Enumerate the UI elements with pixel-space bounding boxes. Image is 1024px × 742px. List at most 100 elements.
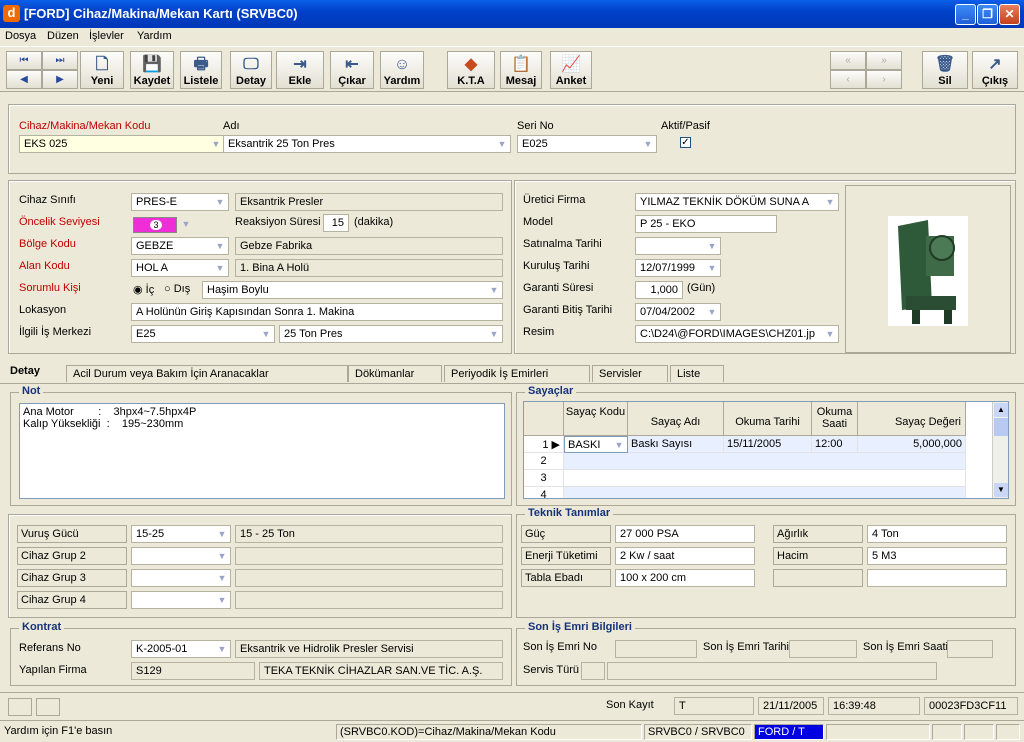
counter-name-cell[interactable]: Baskı Sayısı [628, 436, 724, 453]
chevron-down-icon[interactable]: ▼ [259, 327, 273, 341]
responsible-field[interactable]: Haşim Boylu ▼ [202, 281, 503, 299]
counter-code-cell[interactable]: BASKI ▼ [564, 436, 628, 453]
group3-field[interactable]: ▼ [131, 569, 231, 587]
tab-detay[interactable]: Detay [4, 363, 64, 383]
table-row[interactable] [564, 453, 966, 470]
read-date-cell[interactable]: 15/11/2005 [724, 436, 812, 453]
exit-button[interactable]: ↗ Çıkış [972, 51, 1018, 89]
chevron-down-icon[interactable]: ▼ [705, 305, 719, 319]
stroke-power-field[interactable]: 15-25 ▼ [131, 525, 231, 543]
power-field[interactable]: 27 000 PSA [615, 525, 755, 543]
scroll-up-icon[interactable]: ▲ [994, 403, 1008, 417]
prev-record-button[interactable]: ◀ [6, 70, 42, 89]
chevron-down-icon[interactable]: ▼ [495, 137, 509, 151]
menu-duzen[interactable]: Düzen [47, 30, 79, 42]
close-button[interactable]: ✕ [999, 4, 1020, 25]
new-button[interactable]: 🗋 Yeni [80, 51, 124, 89]
counter-value-cell[interactable]: 5,000,000 [858, 436, 966, 453]
first-record-button[interactable]: ⏮ [6, 51, 42, 70]
kta-button[interactable]: ◆ K.T.A [447, 51, 495, 89]
col-sayac-kodu[interactable]: Sayaç Kodu [564, 402, 628, 436]
warranty-end-field[interactable]: 07/04/2002 ▼ [635, 303, 721, 321]
chevron-down-icon[interactable]: ▼ [487, 327, 501, 341]
table-row[interactable] [564, 470, 966, 487]
chevron-down-icon[interactable]: ▼ [487, 283, 501, 297]
purchase-date-field[interactable]: ▼ [635, 237, 721, 255]
delete-button[interactable]: 🗑 Sil [922, 51, 968, 89]
last-record-button[interactable]: ⏭ [42, 51, 78, 70]
restore-button[interactable]: ❐ [977, 4, 998, 25]
help-button[interactable]: ☺ Yardım [380, 51, 424, 89]
chevron-down-icon[interactable]: ▼ [823, 195, 837, 209]
group4-field[interactable]: ▼ [131, 591, 231, 609]
chevron-down-icon[interactable]: ▼ [179, 217, 193, 231]
table-row[interactable] [564, 487, 966, 498]
chevron-down-icon[interactable]: ▼ [213, 261, 227, 275]
left-icon[interactable]: ‹ [830, 70, 866, 89]
warranty-field[interactable]: 1,000 [635, 281, 683, 299]
active-checkbox[interactable]: ✓ [680, 137, 691, 148]
energy-field[interactable]: 2 Kw / saat [615, 547, 755, 565]
reaction-field[interactable]: 15 [323, 214, 349, 232]
survey-button[interactable]: 📈 Anket [550, 51, 592, 89]
remove-button[interactable]: ⇤ Çıkar [330, 51, 374, 89]
install-date-field[interactable]: 12/07/1999 ▼ [635, 259, 721, 277]
add-button[interactable]: ⇥ Ekle [276, 51, 324, 89]
chevron-down-icon[interactable]: ▼ [215, 549, 229, 563]
location-field[interactable]: A Holünün Giriş Kapısından Sonra 1. Maki… [131, 303, 503, 321]
double-right-icon[interactable]: » [866, 51, 902, 70]
minimize-button[interactable]: _ [955, 4, 976, 25]
right-icon[interactable]: › [866, 70, 902, 89]
chevron-down-icon[interactable]: ▼ [705, 239, 719, 253]
double-left-icon[interactable]: « [830, 51, 866, 70]
menu-yardim[interactable]: Yardım [137, 30, 172, 42]
manufacturer-field[interactable]: YILMAZ TEKNİK DÖKÜM SUNA A ▼ [635, 193, 839, 211]
priority-field[interactable]: 3 ▼ [131, 216, 197, 234]
weight-field[interactable]: 4 Ton [867, 525, 1007, 543]
volume-field[interactable]: 5 M3 [867, 547, 1007, 565]
col-okuma-saati[interactable]: Okuma Saati [812, 402, 858, 436]
message-button[interactable]: 📋 Mesaj [500, 51, 542, 89]
workcenter-desc[interactable]: 25 Ton Pres ▼ [279, 325, 503, 343]
tab-dokumanlar[interactable]: Dökümanlar [348, 365, 442, 382]
tab-acil-durum[interactable]: Acil Durum veya Bakım İçin Aranacaklar [66, 365, 348, 382]
chevron-down-icon[interactable]: ▼ [209, 137, 223, 151]
chevron-down-icon[interactable]: ▼ [612, 438, 626, 452]
code-field[interactable]: EKS 025 ▼ [19, 135, 225, 153]
chevron-down-icon[interactable]: ▼ [213, 195, 227, 209]
detail-button[interactable]: 🖵 Detay [230, 51, 272, 89]
region-field[interactable]: GEBZE ▼ [131, 237, 229, 255]
scroll-down-icon[interactable]: ▼ [994, 483, 1008, 497]
table-size-field[interactable]: 100 x 200 cm [615, 569, 755, 587]
image-path-field[interactable]: C:\D24\@FORD\IMAGES\CHZ01.jp ▼ [635, 325, 839, 343]
counters-scrollbar[interactable]: ▲ ▼ [992, 402, 1008, 498]
next-record-button[interactable]: ▶ [42, 70, 78, 89]
empty-field[interactable] [867, 569, 1007, 587]
chevron-down-icon[interactable]: ▼ [705, 261, 719, 275]
col-sayac-degeri[interactable]: Sayaç Değeri [858, 402, 966, 436]
tab-liste[interactable]: Liste [670, 365, 724, 382]
tab-servisler[interactable]: Servisler [592, 365, 668, 382]
chevron-down-icon[interactable]: ▼ [823, 327, 837, 341]
class-field[interactable]: PRES-E ▼ [131, 193, 229, 211]
menu-islevler[interactable]: İşlevler [89, 30, 124, 42]
tab-periyodik[interactable]: Periyodik İş Emirleri [444, 365, 590, 382]
name-field[interactable]: Eksantrik 25 Ton Pres ▼ [223, 135, 511, 153]
model-field[interactable]: P 25 - EKO [635, 215, 777, 233]
note-textarea[interactable]: Ana Motor : 3hpx4~7.5hpx4P Kalıp Yüksekli… [19, 403, 505, 499]
col-okuma-tarihi[interactable]: Okuma Tarihi [724, 402, 812, 436]
workcenter-field[interactable]: E25 ▼ [131, 325, 275, 343]
chevron-down-icon[interactable]: ▼ [215, 642, 229, 656]
chevron-down-icon[interactable]: ▼ [215, 527, 229, 541]
chevron-down-icon[interactable]: ▼ [641, 137, 655, 151]
scroll-thumb[interactable] [994, 418, 1008, 436]
serial-field[interactable]: E025 ▼ [517, 135, 657, 153]
read-time-cell[interactable]: 12:00 [812, 436, 858, 453]
save-button[interactable]: 💾 Kaydet [130, 51, 174, 89]
reference-field[interactable]: K-2005-01 ▼ [131, 640, 231, 658]
area-field[interactable]: HOL A ▼ [131, 259, 229, 277]
external-radio[interactable]: ○ Dış [164, 283, 190, 295]
list-button[interactable]: 🖶 Listele [180, 51, 222, 89]
chevron-down-icon[interactable]: ▼ [215, 593, 229, 607]
internal-radio[interactable]: ◉ İç [133, 283, 154, 296]
